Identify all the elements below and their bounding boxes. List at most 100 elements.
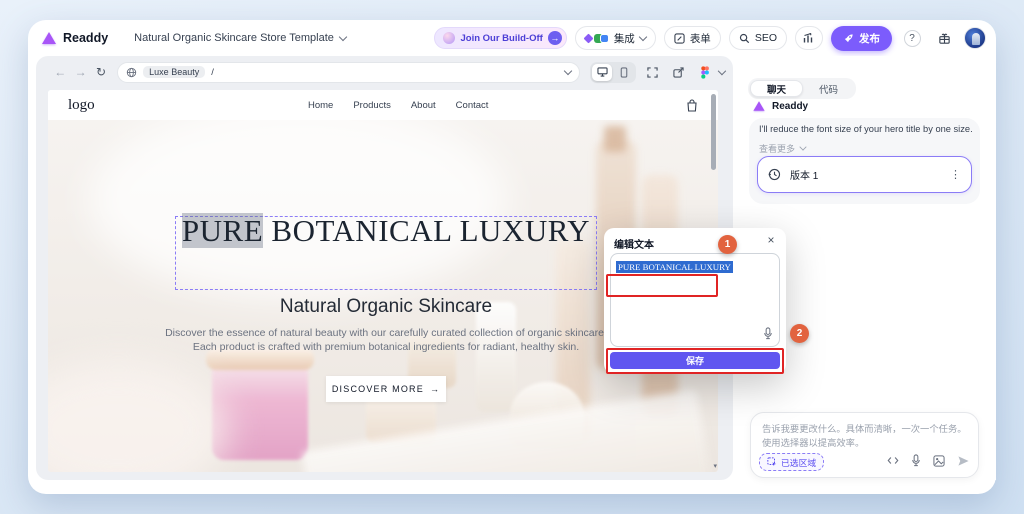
gift-icon bbox=[938, 32, 951, 45]
rocket-icon bbox=[843, 33, 854, 44]
project-title: Natural Organic Skincare Store Template bbox=[134, 32, 334, 44]
input-placeholder-line1: 告诉我要更改什么。具体而清晰，一次一个任务。 bbox=[762, 421, 967, 435]
hero-description: Discover the essence of natural beauty w… bbox=[156, 326, 616, 354]
hero-title-rest: BOTANICAL LUXURY bbox=[263, 213, 590, 248]
forward-button[interactable]: → bbox=[70, 65, 90, 79]
search-icon bbox=[739, 33, 750, 44]
chevron-down-icon bbox=[339, 32, 347, 40]
version-card[interactable]: 版本 1 ⋮ bbox=[757, 156, 972, 193]
gift-button[interactable] bbox=[932, 26, 956, 50]
scroll-down-arrow[interactable]: ▾ bbox=[713, 462, 717, 470]
annotation-badge-2: 2 bbox=[790, 324, 809, 343]
annotation-box-save bbox=[606, 348, 784, 374]
arrow-right-icon: → bbox=[430, 384, 440, 394]
seo-label: SEO bbox=[755, 32, 777, 44]
hero-title[interactable]: PURE BOTANICAL LUXURY bbox=[108, 212, 664, 249]
integrations-button[interactable]: 集成 bbox=[575, 26, 656, 50]
white-tube bbox=[476, 302, 516, 412]
microphone-icon[interactable] bbox=[763, 327, 773, 340]
select-cursor-icon bbox=[767, 457, 777, 467]
figma-export-button[interactable] bbox=[695, 66, 715, 79]
integrations-apps-icon bbox=[585, 34, 609, 43]
nav-home[interactable]: Home bbox=[308, 100, 333, 111]
form-icon bbox=[674, 33, 685, 44]
tab-chat[interactable]: 聊天 bbox=[750, 80, 803, 97]
hero-title-highlight: PURE bbox=[182, 213, 263, 248]
chevron-down-icon bbox=[718, 66, 726, 74]
canvas-scrollbar[interactable] bbox=[711, 94, 716, 170]
site-logo[interactable]: logo bbox=[68, 97, 95, 114]
microphone-icon[interactable] bbox=[911, 454, 921, 467]
nav-products[interactable]: Products bbox=[353, 100, 391, 111]
form-button[interactable]: 表单 bbox=[664, 26, 721, 50]
analytics-icon bbox=[803, 32, 815, 44]
user-avatar[interactable] bbox=[964, 27, 986, 49]
bottle-cap bbox=[604, 126, 626, 152]
annotation-badge-1: 1 bbox=[718, 235, 737, 254]
shopping-bag-icon[interactable] bbox=[686, 99, 698, 112]
back-button[interactable]: ← bbox=[50, 65, 70, 79]
integrations-label: 集成 bbox=[614, 31, 635, 46]
project-title-dropdown[interactable]: Natural Organic Skincare Store Template bbox=[134, 32, 346, 44]
chevron-down-icon bbox=[564, 66, 572, 74]
site-header: logo Home Products About Contact bbox=[48, 90, 718, 120]
cta-label: DISCOVER MORE bbox=[332, 384, 424, 394]
chevron-down-icon bbox=[799, 143, 806, 150]
selected-region-label: 已选区域 bbox=[781, 456, 816, 469]
mobile-view-button[interactable] bbox=[614, 64, 634, 81]
sidebar-tabs: 聊天 代码 bbox=[748, 78, 856, 99]
top-bar: Readdy Natural Organic Skincare Store Te… bbox=[28, 20, 996, 56]
url-bar[interactable]: Luxe Beauty / bbox=[117, 62, 580, 83]
image-icon[interactable] bbox=[933, 455, 945, 467]
view-more-toggle[interactable]: 查看更多 bbox=[759, 142, 806, 155]
site-name-chip: Luxe Beauty bbox=[143, 66, 205, 78]
seo-button[interactable]: SEO bbox=[729, 26, 787, 50]
publish-button[interactable]: 发布 bbox=[831, 26, 892, 51]
assistant-header: Readdy bbox=[752, 100, 808, 112]
discover-more-button[interactable]: DISCOVER MORE → bbox=[326, 376, 446, 402]
assistant-name: Readdy bbox=[772, 101, 808, 112]
readdy-logo-icon bbox=[753, 101, 764, 111]
url-path: / bbox=[211, 67, 214, 78]
readdy-logo-icon bbox=[42, 32, 56, 44]
version-label: 版本 1 bbox=[790, 167, 818, 182]
analytics-button[interactable] bbox=[795, 26, 823, 50]
tab-code[interactable]: 代码 bbox=[803, 80, 854, 97]
code-icon[interactable] bbox=[887, 455, 899, 466]
pink-jar bbox=[212, 360, 308, 460]
desktop-view-button[interactable] bbox=[592, 64, 612, 81]
nav-about[interactable]: About bbox=[411, 100, 436, 111]
send-icon[interactable] bbox=[957, 455, 970, 467]
chevron-down-icon bbox=[639, 32, 647, 40]
help-button[interactable]: ? bbox=[900, 26, 924, 50]
nav-contact[interactable]: Contact bbox=[456, 100, 489, 111]
buildoff-icon bbox=[443, 32, 455, 44]
hero-subtitle: Natural Organic Skincare bbox=[108, 296, 664, 318]
refresh-button[interactable]: ↻ bbox=[91, 65, 111, 79]
site-nav: Home Products About Contact bbox=[308, 100, 488, 111]
view-more-label: 查看更多 bbox=[759, 142, 795, 155]
open-external-button[interactable] bbox=[669, 67, 689, 78]
edit-textarea[interactable]: PURE BOTANICAL LUXURY bbox=[610, 253, 780, 347]
help-icon: ? bbox=[904, 30, 921, 47]
buildoff-button[interactable]: Join Our Build-Off → bbox=[434, 27, 566, 49]
input-placeholder-line2: 使用选择器以提高效率。 bbox=[762, 435, 864, 449]
publish-label: 发布 bbox=[859, 31, 880, 46]
brand-name: Readdy bbox=[63, 31, 108, 45]
photo-glow bbox=[48, 360, 228, 472]
chat-input-card[interactable]: 告诉我要更改什么。具体而清晰，一次一个任务。 使用选择器以提高效率。 已选区域 bbox=[750, 412, 979, 478]
form-label: 表单 bbox=[690, 31, 711, 46]
textarea-selected-text: PURE BOTANICAL LUXURY bbox=[616, 261, 733, 273]
arrow-right-icon: → bbox=[548, 31, 562, 45]
modal-title: 编辑文本 bbox=[614, 236, 654, 251]
annotation-box-text bbox=[606, 274, 718, 297]
kebab-menu-icon[interactable]: ⋮ bbox=[950, 168, 961, 181]
app-window: Readdy Natural Organic Skincare Store Te… bbox=[28, 20, 996, 494]
history-clock-icon bbox=[768, 168, 781, 181]
buildoff-label: Join Our Build-Off bbox=[460, 33, 542, 44]
selected-region-chip[interactable]: 已选区域 bbox=[759, 453, 824, 471]
fullscreen-button[interactable] bbox=[642, 67, 662, 78]
close-icon[interactable]: × bbox=[764, 233, 778, 247]
browser-toolbar: ← → ↻ Luxe Beauty / bbox=[36, 59, 733, 85]
device-toggle bbox=[590, 62, 636, 83]
